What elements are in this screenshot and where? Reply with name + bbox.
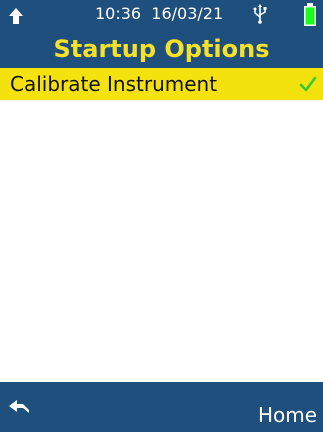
- check-icon: [299, 76, 317, 92]
- battery-icon: [304, 3, 316, 26]
- status-clock: 10:36 16/03/21: [95, 3, 223, 25]
- back-button[interactable]: [4, 392, 34, 422]
- option-label: Calibrate Instrument: [10, 72, 218, 96]
- options-list: Calibrate Instrument: [0, 68, 323, 100]
- device-screen: 10:36 16/03/21 Startup Options Calibrate…: [0, 0, 323, 432]
- home-button[interactable]: Home: [258, 402, 317, 428]
- up-arrow-icon: [9, 8, 23, 24]
- usb-icon: [253, 4, 267, 24]
- option-calibrate-instrument[interactable]: Calibrate Instrument: [0, 68, 323, 100]
- header: 10:36 16/03/21 Startup Options: [0, 0, 323, 68]
- page-title: Startup Options: [53, 35, 270, 63]
- status-time: 10:36: [95, 4, 142, 23]
- status-bar: 10:36 16/03/21: [0, 0, 323, 30]
- status-date: 16/03/21: [151, 4, 224, 23]
- back-arrow-icon: [9, 400, 29, 413]
- footer: Home: [0, 382, 323, 432]
